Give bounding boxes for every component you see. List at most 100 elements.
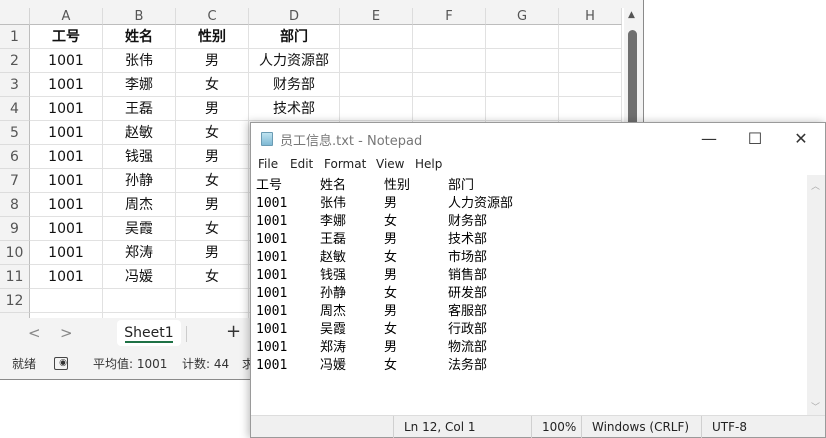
window-title: 员工信息.txt - Notepad <box>280 134 423 149</box>
cell-c5[interactable]: 女 <box>176 121 249 145</box>
cell-c4[interactable]: 男 <box>176 97 249 121</box>
cell-f1[interactable] <box>413 25 486 49</box>
cell-d2[interactable]: 人力资源部 <box>249 49 340 73</box>
cell-c7[interactable]: 女 <box>176 169 249 193</box>
cell-d3[interactable]: 财务部 <box>249 73 340 97</box>
cell-h3[interactable] <box>559 73 622 97</box>
cell-a1[interactable]: 工号 <box>30 25 103 49</box>
cell-b2[interactable]: 张伟 <box>103 49 176 73</box>
cell-g3[interactable] <box>486 73 559 97</box>
cell-b12[interactable] <box>103 289 176 313</box>
close-button[interactable]: ✕ <box>781 127 821 151</box>
cell-a5[interactable]: 1001 <box>30 121 103 145</box>
cell-f2[interactable] <box>413 49 486 73</box>
row-header-12[interactable]: 12 <box>0 289 30 313</box>
row-header-6[interactable]: 6 <box>0 145 30 169</box>
row-header-11[interactable]: 11 <box>0 265 30 289</box>
cell-c1[interactable]: 性别 <box>176 25 249 49</box>
column-header-c[interactable]: C <box>176 8 249 25</box>
select-all-corner[interactable] <box>0 8 30 25</box>
row-header-1[interactable]: 1 <box>0 25 30 49</box>
cell-b3[interactable]: 李娜 <box>103 73 176 97</box>
cell-g2[interactable] <box>486 49 559 73</box>
cell-g1[interactable] <box>486 25 559 49</box>
prev-sheet-icon[interactable]: < <box>28 324 41 342</box>
cell-a9[interactable]: 1001 <box>30 217 103 241</box>
cell-b11[interactable]: 冯媛 <box>103 265 176 289</box>
cell-a11[interactable]: 1001 <box>30 265 103 289</box>
column-header-e[interactable]: E <box>340 8 413 25</box>
cell-d4[interactable]: 技术部 <box>249 97 340 121</box>
cell-b10[interactable]: 郑涛 <box>103 241 176 265</box>
column-header-d[interactable]: D <box>249 8 340 25</box>
cell-b4[interactable]: 王磊 <box>103 97 176 121</box>
menu-edit[interactable]: Edit <box>290 157 313 171</box>
cell-c2[interactable]: 男 <box>176 49 249 73</box>
column-header-f[interactable]: F <box>413 8 486 25</box>
cell-a2[interactable]: 1001 <box>30 49 103 73</box>
text-field: 性别 <box>384 178 411 193</box>
next-sheet-icon[interactable]: > <box>60 324 73 342</box>
cell-f4[interactable] <box>413 97 486 121</box>
row-header-9[interactable]: 9 <box>0 217 30 241</box>
menu-file[interactable]: File <box>258 157 278 171</box>
row-header-3[interactable]: 3 <box>0 73 30 97</box>
title-bar[interactable]: 员工信息.txt - Notepad — ☐ ✕ <box>251 123 825 155</box>
column-header-a[interactable]: A <box>30 8 103 25</box>
cell-b7[interactable]: 孙静 <box>103 169 176 193</box>
text-editor[interactable]: 工号 姓名 性别 部门 1001 张伟男人力资源部 1001 李娜女财务部 1001 王磊男技术部… <box>251 175 807 417</box>
cell-a10[interactable]: 1001 <box>30 241 103 265</box>
cell-g4[interactable] <box>486 97 559 121</box>
vertical-scrollbar[interactable]: ︿ ﹀ <box>807 175 825 417</box>
cell-b5[interactable]: 赵敏 <box>103 121 176 145</box>
cell-f3[interactable] <box>413 73 486 97</box>
maximize-button[interactable]: ☐ <box>735 127 775 151</box>
row-header-10[interactable]: 10 <box>0 241 30 265</box>
cell-c9[interactable]: 女 <box>176 217 249 241</box>
cell-e4[interactable] <box>340 97 413 121</box>
minimize-button[interactable]: — <box>689 127 729 151</box>
cell-c11[interactable]: 女 <box>176 265 249 289</box>
cell-h4[interactable] <box>559 97 622 121</box>
cell-e1[interactable] <box>340 25 413 49</box>
menu-view[interactable]: View <box>376 157 404 171</box>
cell-h1[interactable] <box>559 25 622 49</box>
scroll-up-icon[interactable]: ▲ <box>628 10 635 20</box>
column-header-g[interactable]: G <box>486 8 559 25</box>
column-header-h[interactable]: H <box>559 8 622 25</box>
cell-b9[interactable]: 吴霞 <box>103 217 176 241</box>
cell-c3[interactable]: 女 <box>176 73 249 97</box>
cell-a4[interactable]: 1001 <box>30 97 103 121</box>
cell-a6[interactable]: 1001 <box>30 145 103 169</box>
row-header-4[interactable]: 4 <box>0 97 30 121</box>
cell-a3[interactable]: 1001 <box>30 73 103 97</box>
cell-a8[interactable]: 1001 <box>30 193 103 217</box>
text-field: 张伟 <box>320 196 347 211</box>
cell-b1[interactable]: 姓名 <box>103 25 176 49</box>
cell-c6[interactable]: 男 <box>176 145 249 169</box>
tab-sheet1[interactable]: Sheet1 <box>117 320 181 346</box>
row-header-5[interactable]: 5 <box>0 121 30 145</box>
cell-d1[interactable]: 部门 <box>249 25 340 49</box>
column-header-b[interactable]: B <box>103 8 176 25</box>
cell-b6[interactable]: 钱强 <box>103 145 176 169</box>
cell-a12[interactable] <box>30 289 103 313</box>
text-field: 李娜 <box>320 214 347 229</box>
cell-c12[interactable] <box>176 289 249 313</box>
cell-c8[interactable]: 男 <box>176 193 249 217</box>
cell-h2[interactable] <box>559 49 622 73</box>
menu-format[interactable]: Format <box>324 157 366 171</box>
row-header-7[interactable]: 7 <box>0 169 30 193</box>
scroll-up-icon[interactable]: ︿ <box>811 179 820 192</box>
accessibility-icon[interactable]: ◉ <box>54 357 68 370</box>
cell-a7[interactable]: 1001 <box>30 169 103 193</box>
cell-c10[interactable]: 男 <box>176 241 249 265</box>
row-header-2[interactable]: 2 <box>0 49 30 73</box>
cell-b8[interactable]: 周杰 <box>103 193 176 217</box>
add-sheet-button[interactable]: + <box>226 321 241 342</box>
cell-e2[interactable] <box>340 49 413 73</box>
row-header-8[interactable]: 8 <box>0 193 30 217</box>
scroll-down-icon[interactable]: ﹀ <box>811 400 820 413</box>
menu-help[interactable]: Help <box>415 157 442 171</box>
cell-e3[interactable] <box>340 73 413 97</box>
